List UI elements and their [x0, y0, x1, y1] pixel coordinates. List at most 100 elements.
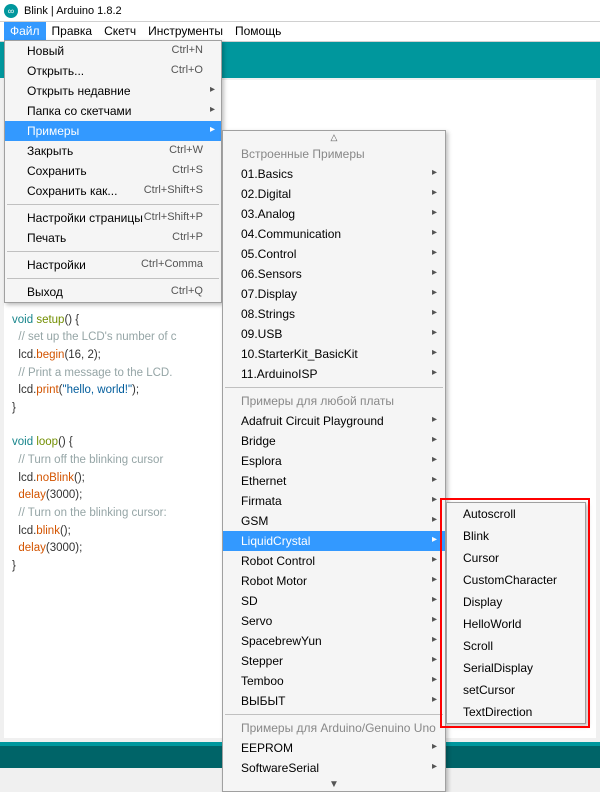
examples-group-header: Примеры для Arduino/Genuino Uno — [223, 718, 445, 738]
file-menu-item[interactable]: ВыходCtrl+Q — [5, 282, 221, 302]
arduino-logo-icon: ∞ — [4, 4, 18, 18]
scroll-down-icon[interactable]: ▼ — [223, 778, 445, 791]
liquidcrystal-item[interactable]: TextDirection — [447, 701, 585, 723]
examples-item[interactable]: Adafruit Circuit Playground — [223, 411, 445, 431]
examples-item[interactable]: Stepper — [223, 651, 445, 671]
examples-item[interactable]: EEPROM — [223, 738, 445, 758]
examples-item[interactable]: Esplora — [223, 451, 445, 471]
file-menu-item[interactable]: Открыть...Ctrl+O — [5, 61, 221, 81]
menu-item-shortcut: Ctrl+Comma — [141, 258, 213, 272]
code-line: // set up the LCD's number of c — [12, 331, 177, 343]
menu-item-shortcut: Ctrl+Q — [171, 285, 213, 299]
examples-item[interactable]: GSM — [223, 511, 445, 531]
window-title: Blink | Arduino 1.8.2 — [24, 5, 122, 17]
file-menu-item[interactable]: НастройкиCtrl+Comma — [5, 255, 221, 275]
examples-item[interactable]: 07.Display — [223, 284, 445, 304]
file-menu-dropdown: НовыйCtrl+NОткрыть...Ctrl+OОткрыть недав… — [4, 40, 222, 303]
code-tok: noBlink — [36, 472, 74, 484]
menu-file[interactable]: Файл — [4, 22, 46, 41]
liquidcrystal-item[interactable]: Autoscroll — [447, 503, 585, 525]
liquidcrystal-item[interactable]: Blink — [447, 525, 585, 547]
code-tok: ); — [132, 384, 139, 396]
liquidcrystal-item[interactable]: Cursor — [447, 547, 585, 569]
examples-item[interactable]: SD — [223, 591, 445, 611]
liquidcrystal-item[interactable]: HelloWorld — [447, 613, 585, 635]
liquidcrystal-item[interactable]: SerialDisplay — [447, 657, 585, 679]
examples-item[interactable]: 09.USB — [223, 324, 445, 344]
menu-item-label: Настройки страницы — [27, 211, 144, 225]
menu-item-shortcut: Ctrl+P — [172, 231, 213, 245]
examples-item[interactable]: LiquidCrystal — [223, 531, 445, 551]
menu-item-label: Открыть недавние — [27, 84, 213, 98]
file-menu-item[interactable]: НовыйCtrl+N — [5, 41, 221, 61]
liquidcrystal-item[interactable]: CustomCharacter — [447, 569, 585, 591]
code-tok: () { — [64, 314, 79, 326]
menu-separator — [225, 714, 443, 715]
examples-item[interactable]: 01.Basics — [223, 164, 445, 184]
code-line: } — [12, 560, 16, 572]
examples-item[interactable]: Robot Control — [223, 551, 445, 571]
examples-submenu: △Встроенные Примеры01.Basics02.Digital03… — [222, 130, 446, 792]
code-line: // Turn off the blinking cursor — [12, 454, 163, 466]
examples-item[interactable]: Bridge — [223, 431, 445, 451]
file-menu-item[interactable]: ПечатьCtrl+P — [5, 228, 221, 248]
code-tok: lcd. — [12, 384, 36, 396]
examples-item[interactable]: Ethernet — [223, 471, 445, 491]
code-tok: loop — [36, 436, 58, 448]
menu-item-shortcut: Ctrl+O — [171, 64, 213, 78]
menu-item-shortcut: Ctrl+W — [169, 144, 213, 158]
code-tok: lcd. — [12, 525, 36, 537]
file-menu-item[interactable]: Примеры — [5, 121, 221, 141]
code-tok: delay — [18, 489, 46, 501]
examples-item[interactable]: 08.Strings — [223, 304, 445, 324]
code-tok: (3000); — [46, 542, 82, 554]
menu-item-label: Сохранить как... — [27, 184, 144, 198]
menu-help[interactable]: Помощь — [229, 22, 287, 41]
title-bar: ∞ Blink | Arduino 1.8.2 — [0, 0, 600, 22]
examples-item[interactable]: SpacebrewYun — [223, 631, 445, 651]
examples-group-header: Встроенные Примеры — [223, 144, 445, 164]
menu-separator — [225, 387, 443, 388]
examples-item[interactable]: Servo — [223, 611, 445, 631]
menu-sketch[interactable]: Скетч — [98, 22, 142, 41]
menu-item-label: Печать — [27, 231, 172, 245]
menu-item-label: Открыть... — [27, 64, 171, 78]
menu-edit[interactable]: Правка — [46, 22, 99, 41]
examples-item[interactable]: 03.Analog — [223, 204, 445, 224]
file-menu-item[interactable]: СохранитьCtrl+S — [5, 161, 221, 181]
liquidcrystal-item[interactable]: Display — [447, 591, 585, 613]
examples-item[interactable]: SoftwareSerial — [223, 758, 445, 778]
menu-tools[interactable]: Инструменты — [142, 22, 229, 41]
file-menu-item[interactable]: Настройки страницыCtrl+Shift+P — [5, 208, 221, 228]
file-menu-item[interactable]: Папка со скетчами — [5, 101, 221, 121]
file-menu-item[interactable]: ЗакрытьCtrl+W — [5, 141, 221, 161]
menu-bar: Файл Правка Скетч Инструменты Помощь — [0, 22, 600, 42]
menu-item-shortcut: Ctrl+S — [172, 164, 213, 178]
examples-item[interactable]: 02.Digital — [223, 184, 445, 204]
liquidcrystal-item[interactable]: Scroll — [447, 635, 585, 657]
menu-separator — [7, 204, 219, 205]
menu-item-label: Настройки — [27, 258, 141, 272]
examples-item[interactable]: ВЫБЫТ — [223, 691, 445, 711]
examples-item[interactable]: Temboo — [223, 671, 445, 691]
code-tok: () { — [58, 436, 73, 448]
examples-item[interactable]: 04.Communication — [223, 224, 445, 244]
examples-item[interactable]: 11.ArduinoISP — [223, 364, 445, 384]
code-tok: (); — [74, 472, 85, 484]
liquidcrystal-item[interactable]: setCursor — [447, 679, 585, 701]
examples-item[interactable]: Robot Motor — [223, 571, 445, 591]
code-line: // Print a message to the LCD. — [12, 367, 172, 379]
examples-item[interactable]: 05.Control — [223, 244, 445, 264]
examples-item[interactable]: 06.Sensors — [223, 264, 445, 284]
file-menu-item[interactable]: Сохранить как...Ctrl+Shift+S — [5, 181, 221, 201]
code-tok: (); — [60, 525, 71, 537]
file-menu-item[interactable]: Открыть недавние — [5, 81, 221, 101]
code-tok: (16, 2); — [64, 349, 100, 361]
examples-item[interactable]: 10.StarterKit_BasicKit — [223, 344, 445, 364]
scroll-up-icon[interactable]: △ — [223, 131, 445, 144]
code-tok: void — [12, 436, 33, 448]
menu-separator — [7, 278, 219, 279]
examples-item[interactable]: Firmata — [223, 491, 445, 511]
menu-item-shortcut: Ctrl+Shift+S — [144, 184, 213, 198]
examples-group-header: Примеры для любой платы — [223, 391, 445, 411]
